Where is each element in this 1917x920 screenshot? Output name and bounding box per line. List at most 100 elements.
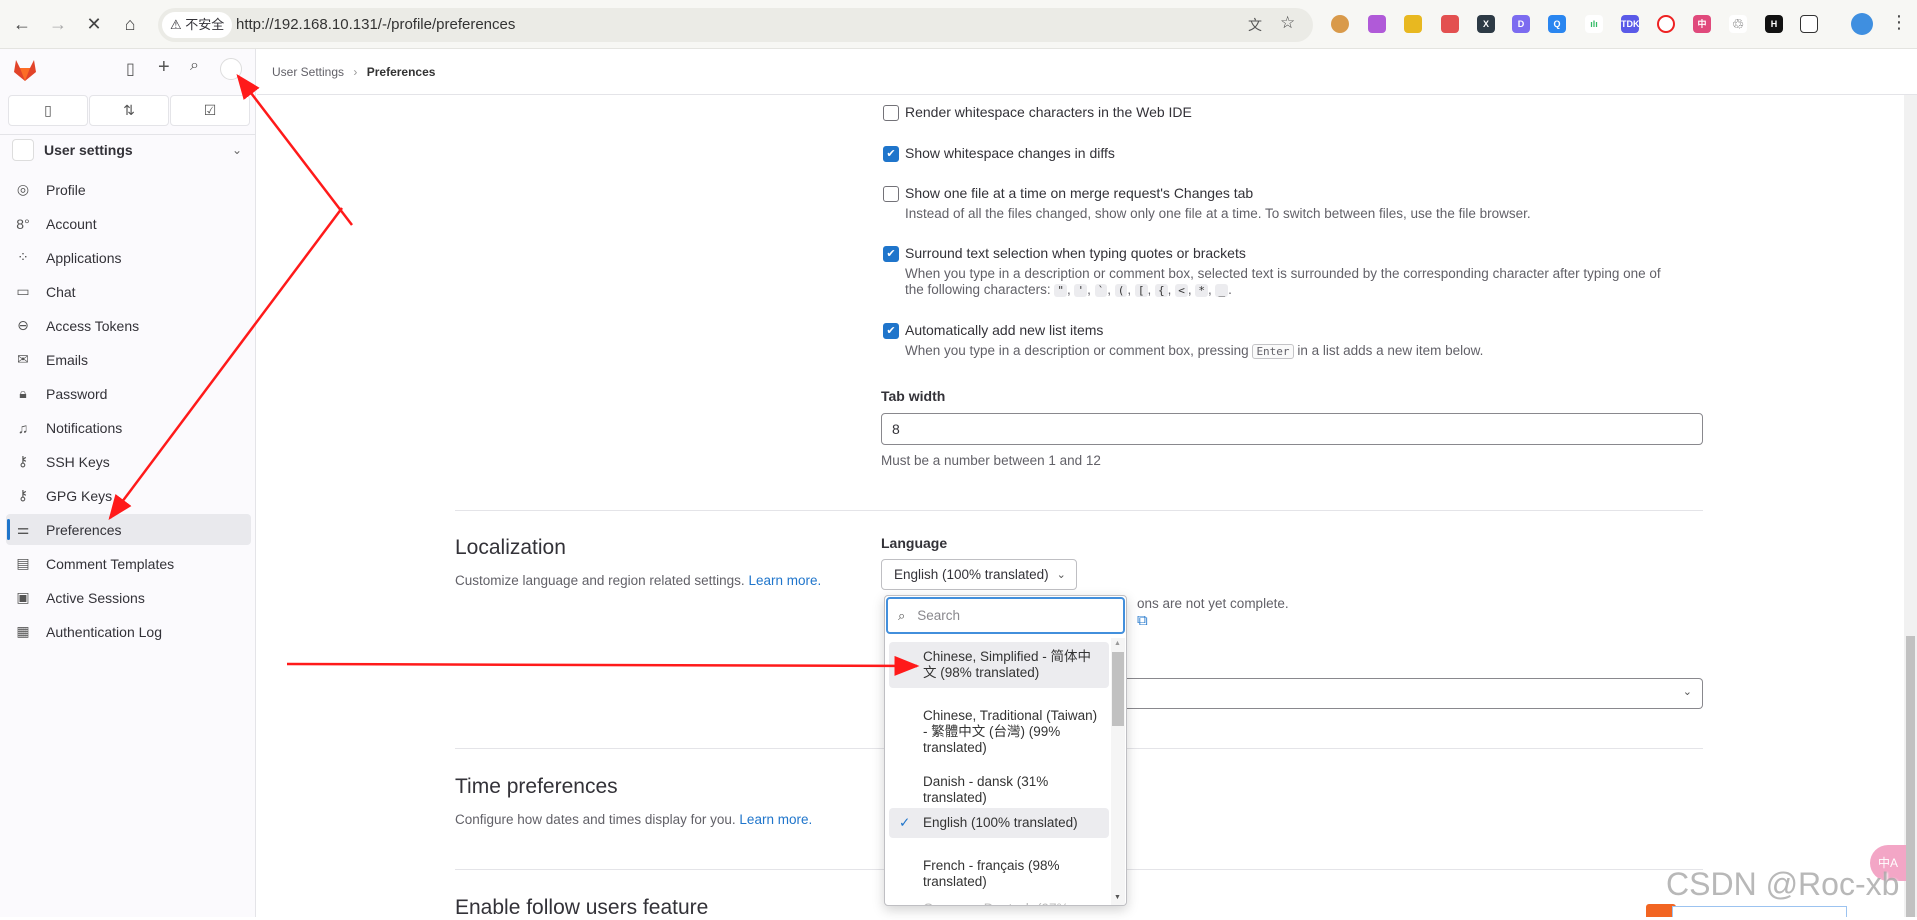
sidebar-item-chat[interactable]: ▭ Chat [6,276,251,307]
translate-extension-icon[interactable]: 中 [1693,15,1711,33]
sidebar-item-password[interactable]: 🔒︎ Password [6,378,251,409]
language-option-label: Chinese, Traditional (Taiwan) - 繁體中文 (台灣… [923,708,1098,755]
cookie-extension-icon[interactable] [1331,15,1349,33]
page-scrollbar[interactable] [1904,95,1917,917]
menu-kebab-icon[interactable]: ⋮ [1890,12,1908,33]
localization-title: Localization [455,536,566,559]
home-icon[interactable]: ⌂ [118,12,142,36]
extension-icon[interactable]: Q [1548,15,1566,33]
sidebar-item-authentication-log[interactable]: ▦ Authentication Log [6,616,251,647]
language-option[interactable]: ✓ English (100% translated) [889,808,1109,838]
security-chip[interactable]: ⚠ 不安全 [162,12,233,38]
sidebar-item-applications[interactable]: ⁘ Applications [6,242,251,273]
recycle-extension-icon[interactable]: ♲ [1729,15,1747,33]
sidebar-item-notifications[interactable]: ♫ Notifications [6,412,251,443]
applications-icon: ⁘ [17,249,29,265]
localization-description: Customize language and region related se… [455,573,745,588]
sidebar-item-comment-templates[interactable]: ▤ Comment Templates [6,548,251,579]
sidebar-item-ssh-keys[interactable]: ⚷ SSH Keys [6,446,251,477]
surround-checkbox[interactable]: ✔ [883,246,899,262]
issues-button[interactable]: ▯ [8,95,88,126]
chevron-down-icon: ⌄ [1682,686,1692,698]
dropdown-scrollbar-thumb[interactable] [1112,652,1124,726]
surround-char: * [1195,284,1208,297]
language-search-input[interactable]: ⌕ Search [886,597,1125,634]
language-option[interactable]: Chinese, Simplified - 简体中文 (98% translat… [889,642,1109,688]
scroll-down-icon[interactable]: ▼ [1114,894,1121,901]
chart-extension-icon[interactable]: ılı [1585,15,1603,33]
sidebar-item-preferences[interactable]: ⚌ Preferences [6,514,251,545]
extension-icon[interactable] [1368,15,1386,33]
forward-icon[interactable]: → [46,12,70,36]
language-option[interactable]: Chinese, Traditional (Taiwan) - 繁體中文 (台灣… [889,708,1109,756]
browser-toolbar: ← → ✕ ⌂ ⚠ 不安全 http://192.168.10.131/-/pr… [0,0,1917,49]
sidebar-item-emails[interactable]: ✉ Emails [6,344,251,375]
ime-toolbar[interactable] [1672,906,1847,917]
todo-button[interactable]: ☑ [170,95,250,126]
localization-learn-more-link[interactable]: Learn more. [748,573,821,588]
merge-requests-button[interactable]: ⇅ [89,95,169,126]
language-option[interactable]: French - français (98% translated) [889,858,1109,890]
one-file-description: Instead of all the files changed, show o… [905,206,1531,221]
merge-request-icon: ⇅ [123,102,135,118]
render-whitespace-checkbox[interactable] [883,105,899,121]
sidebar-item-label: Chat [46,283,76,300]
search-icon[interactable]: ⌕ [190,57,199,75]
sidebar-item-label: Authentication Log [46,623,162,640]
toggle-sidebar-icon[interactable]: ▯ [126,59,135,79]
address-bar[interactable]: ⚠ 不安全 http://192.168.10.131/-/profile/pr… [158,8,1313,42]
auto-list-checkbox[interactable]: ✔ [883,323,899,339]
arrow-to-chinese-simplified [286,655,920,676]
stop-icon[interactable]: ✕ [82,12,106,36]
translate-icon[interactable]: 文 [1248,15,1262,35]
sidebar-item-account[interactable]: 8° Account [6,208,251,239]
surround-char: _ [1215,284,1229,297]
context-switcher[interactable]: User settings ⌄ [12,137,252,163]
one-file-checkbox[interactable] [883,186,899,202]
x-extension-icon[interactable]: X [1477,15,1495,33]
checkmark-icon: ✓ [899,815,911,830]
language-dropdown-toggle[interactable]: English (100% translated) ⌄ [881,559,1077,590]
block-extension-icon[interactable] [1657,15,1675,33]
extension-icon[interactable]: D [1512,15,1530,33]
user-avatar[interactable] [220,58,242,80]
language-option-label: French - français (98% translated) [923,858,1060,889]
sidebar-item-label: Password [46,385,108,402]
show-whitespace-label: Show whitespace changes in diffs [905,145,1115,161]
sidebar-item-access-tokens[interactable]: ⊖ Access Tokens [6,310,251,341]
extension-icon[interactable] [1441,15,1459,33]
first-day-of-week-select[interactable]: ⌄ [1120,678,1703,709]
back-icon[interactable]: ← [10,12,34,36]
scroll-up-icon[interactable]: ▲ [1114,640,1121,647]
show-whitespace-checkbox[interactable]: ✔ [883,146,899,162]
h-extension-icon[interactable]: H [1765,15,1783,33]
time-learn-more-link[interactable]: Learn more. [739,812,812,827]
profile-avatar-icon[interactable] [1851,13,1873,35]
context-avatar [12,139,34,161]
url-text[interactable]: http://192.168.10.131/-/profile/preferen… [236,8,515,42]
surround-characters: the following characters: ", ', `, (, [,… [905,282,1232,297]
key-icon: ⚷ [17,487,29,503]
sidebar-item-label: Comment Templates [46,555,175,572]
language-option[interactable]: Danish - dansk (31% translated) [889,774,1109,806]
gitlab-logo-icon[interactable] [12,57,38,83]
sidebar-item-gpg-keys[interactable]: ⚷ GPG Keys [6,480,251,511]
extensions-puzzle-icon[interactable] [1800,15,1818,33]
sidebar-item-profile[interactable]: ◎ Profile [6,174,251,205]
tdk-extension-icon[interactable]: TDK [1621,15,1640,33]
top-bar: User Settings › Preferences [257,49,1917,95]
tab-width-input[interactable]: 8 [881,413,1703,445]
cat-extension-icon[interactable] [1404,15,1422,33]
language-option[interactable]: German - Deutsch (97% [889,901,1109,905]
dropdown-scrollbar[interactable]: ▲ ▼ [1111,638,1125,905]
surround-char: < [1175,284,1188,297]
one-file-label: Show one file at a time on merge request… [905,185,1254,201]
breadcrumb-user-settings[interactable]: User Settings [272,65,344,79]
create-new-icon[interactable]: + [158,56,170,79]
bell-icon: ♫ [17,419,29,436]
bookmark-star-icon[interactable]: ☆ [1280,13,1295,33]
page-scrollbar-thumb[interactable] [1906,636,1915,917]
external-link-icon[interactable]: ⧉ [1137,612,1148,629]
sidebar-item-label: GPG Keys [46,487,113,504]
sidebar-item-active-sessions[interactable]: ▣ Active Sessions [6,582,251,613]
